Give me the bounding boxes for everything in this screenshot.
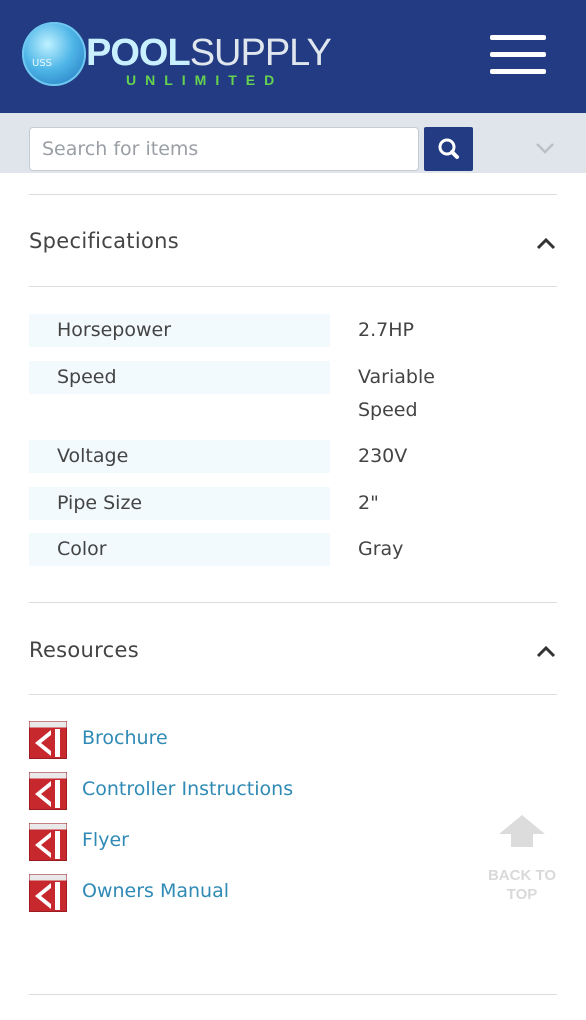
resource-label: Brochure <box>82 727 168 749</box>
pdf-icon <box>29 823 67 861</box>
chevron-up-icon[interactable] <box>536 235 556 250</box>
spec-label-color: Color <box>29 533 330 566</box>
logo-mark: USS <box>32 58 53 69</box>
spec-value-color: Gray <box>358 538 404 560</box>
divider <box>29 194 557 195</box>
chevron-down-icon[interactable] <box>534 140 556 156</box>
divider <box>29 694 557 695</box>
hamburger-icon-line <box>490 69 546 74</box>
spec-label-pipe-size: Pipe Size <box>29 487 330 520</box>
specifications-heading: Specifications <box>29 229 179 253</box>
back-to-top-button[interactable]: BACK TO TOP <box>482 812 562 912</box>
pdf-icon <box>29 874 67 912</box>
spec-label-horsepower: Horsepower <box>29 314 330 347</box>
pdf-icon <box>29 721 67 759</box>
spec-value-speed: Variable Speed <box>358 366 435 421</box>
resource-link-owners-manual[interactable]: Owners Manual <box>29 874 359 914</box>
search-icon <box>438 138 459 159</box>
resource-label: Owners Manual <box>82 880 230 902</box>
spec-label-voltage: Voltage <box>29 440 330 473</box>
site-header: USS POOLSUPPLY UNLIMITED <box>0 0 586 113</box>
back-to-top-line1: BACK TO <box>487 867 557 884</box>
hamburger-menu-button[interactable] <box>490 35 546 77</box>
logo-emblem: USS <box>22 22 86 86</box>
pdf-icon <box>29 772 67 810</box>
site-logo[interactable]: USS POOLSUPPLY UNLIMITED <box>22 22 332 88</box>
spec-value-pipe-size: 2" <box>358 492 379 514</box>
logo-secondary-text: SUPPLY <box>189 32 332 74</box>
resource-link-controller-instructions[interactable]: Controller Instructions <box>29 772 359 812</box>
spec-value-voltage: 230V <box>358 445 408 467</box>
spec-label-speed: Speed <box>29 361 330 394</box>
search-input[interactable] <box>29 127 419 171</box>
spec-value-horsepower: 2.7HP <box>358 319 414 341</box>
logo-subtitle: UNLIMITED <box>126 72 284 88</box>
resource-link-flyer[interactable]: Flyer <box>29 823 359 863</box>
back-to-top-label: BACK TO TOP <box>482 866 562 904</box>
back-to-top-line2: TOP <box>506 886 538 903</box>
search-button[interactable] <box>424 127 473 171</box>
logo-wordmark: POOLSUPPLY <box>86 32 332 75</box>
hamburger-icon <box>490 35 546 40</box>
divider <box>29 602 557 603</box>
resource-link-brochure[interactable]: Brochure <box>29 721 359 761</box>
search-bar <box>0 113 586 173</box>
resources-heading: Resources <box>29 638 139 662</box>
resource-label: Controller Instructions <box>82 778 294 800</box>
divider <box>29 286 557 287</box>
hamburger-icon-line <box>490 52 546 57</box>
logo-primary-text: POOL <box>86 32 191 74</box>
chevron-up-icon[interactable] <box>536 643 556 658</box>
divider <box>29 994 557 995</box>
arrow-up-icon <box>499 815 545 847</box>
resource-label: Flyer <box>82 829 129 851</box>
